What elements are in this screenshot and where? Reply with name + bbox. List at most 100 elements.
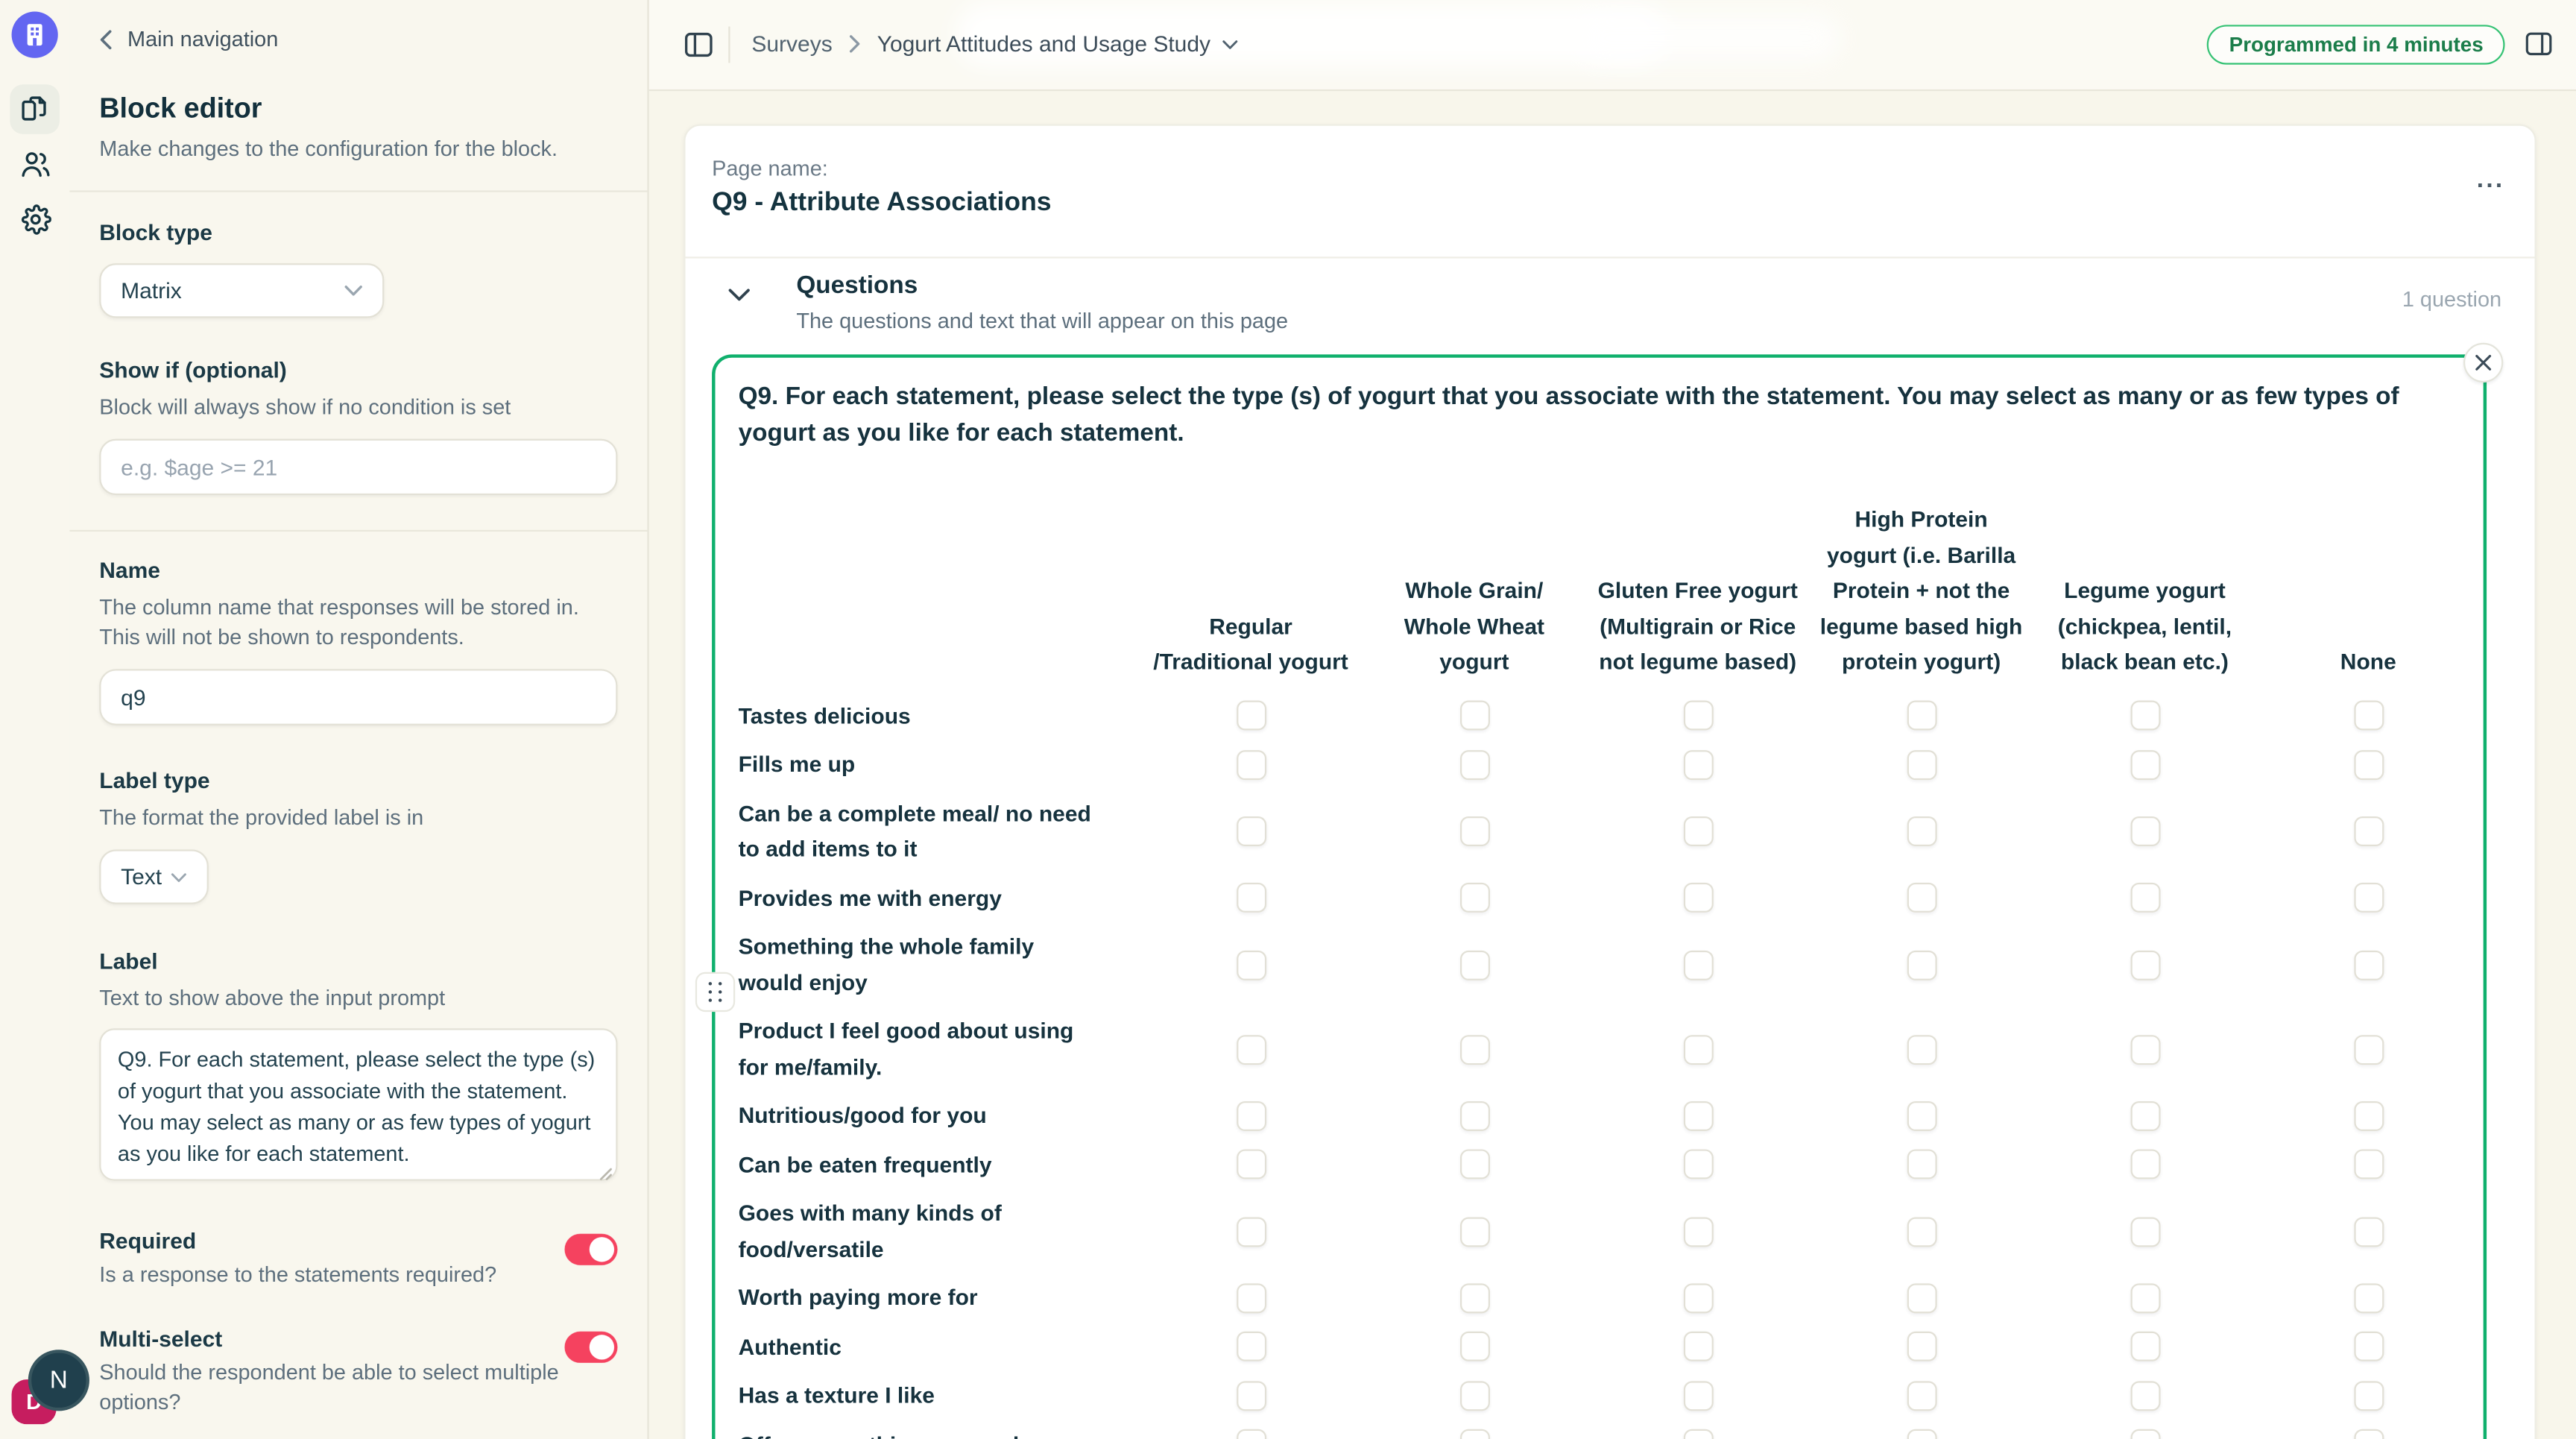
matrix-checkbox[interactable] xyxy=(1236,1283,1266,1313)
matrix-checkbox[interactable] xyxy=(1907,1216,1936,1246)
matrix-checkbox[interactable] xyxy=(1907,1100,1936,1130)
matrix-checkbox[interactable] xyxy=(1236,1100,1266,1130)
matrix-checkbox[interactable] xyxy=(1236,950,1266,980)
show-if-input[interactable] xyxy=(99,439,617,496)
matrix-checkbox[interactable] xyxy=(1459,1100,1489,1130)
matrix-checkbox[interactable] xyxy=(1236,816,1266,846)
matrix-checkbox[interactable] xyxy=(1907,1150,1936,1180)
block-type-select[interactable]: Matrix xyxy=(99,263,384,318)
label-textarea[interactable]: Q9. For each statement, please select th… xyxy=(99,1028,617,1180)
matrix-checkbox[interactable] xyxy=(2353,1283,2383,1313)
matrix-checkbox[interactable] xyxy=(1683,883,1713,913)
matrix-checkbox[interactable] xyxy=(2353,816,2383,846)
matrix-checkbox[interactable] xyxy=(1459,1332,1489,1361)
matrix-checkbox[interactable] xyxy=(2353,1381,2383,1411)
matrix-checkbox[interactable] xyxy=(1683,950,1713,980)
matrix-checkbox[interactable] xyxy=(1459,1150,1489,1180)
matrix-checkbox[interactable] xyxy=(1907,950,1936,980)
matrix-checkbox[interactable] xyxy=(1459,1216,1489,1246)
collapse-questions-button[interactable] xyxy=(728,288,750,301)
matrix-checkbox[interactable] xyxy=(2353,1034,2383,1064)
matrix-checkbox[interactable] xyxy=(2353,750,2383,780)
matrix-checkbox[interactable] xyxy=(1683,1216,1713,1246)
back-to-main-navigation[interactable]: Main navigation xyxy=(99,27,617,51)
matrix-checkbox[interactable] xyxy=(1683,1283,1713,1313)
sidebar-item-settings[interactable] xyxy=(10,194,60,244)
matrix-checkbox[interactable] xyxy=(2353,1100,2383,1130)
matrix-checkbox[interactable] xyxy=(2130,1283,2159,1313)
breadcrumb-current[interactable]: Yogurt Attitudes and Usage Study xyxy=(877,31,1239,56)
matrix-checkbox[interactable] xyxy=(1907,750,1936,780)
matrix-checkbox[interactable] xyxy=(2130,1429,2159,1439)
matrix-checkbox[interactable] xyxy=(2130,1216,2159,1246)
matrix-checkbox[interactable] xyxy=(1459,950,1489,980)
matrix-checkbox[interactable] xyxy=(1236,1034,1266,1064)
matrix-checkbox[interactable] xyxy=(2130,1381,2159,1411)
matrix-checkbox[interactable] xyxy=(1683,1332,1713,1361)
matrix-checkbox[interactable] xyxy=(1459,883,1489,913)
matrix-checkbox[interactable] xyxy=(1683,701,1713,731)
matrix-checkbox[interactable] xyxy=(2130,750,2159,780)
matrix-checkbox[interactable] xyxy=(2353,1332,2383,1361)
matrix-checkbox[interactable] xyxy=(1236,750,1266,780)
matrix-checkbox[interactable] xyxy=(1683,816,1713,846)
matrix-checkbox[interactable] xyxy=(1907,1381,1936,1411)
multi-select-toggle[interactable] xyxy=(564,1332,617,1363)
matrix-checkbox[interactable] xyxy=(1459,816,1489,846)
page-menu-button[interactable]: ... xyxy=(2477,166,2505,194)
matrix-checkbox[interactable] xyxy=(2353,701,2383,731)
breadcrumb-surveys[interactable]: Surveys xyxy=(751,31,832,56)
remove-question-button[interactable] xyxy=(2463,343,2503,382)
matrix-checkbox[interactable] xyxy=(1236,1150,1266,1180)
matrix-checkbox[interactable] xyxy=(1683,1034,1713,1064)
matrix-checkbox[interactable] xyxy=(2353,1429,2383,1439)
panel-right-toggle[interactable] xyxy=(2525,30,2553,58)
matrix-checkbox[interactable] xyxy=(1236,883,1266,913)
matrix-checkbox[interactable] xyxy=(1459,701,1489,731)
matrix-checkbox[interactable] xyxy=(1236,1381,1266,1411)
name-input[interactable] xyxy=(99,669,617,725)
matrix-checkbox[interactable] xyxy=(2353,950,2383,980)
matrix-checkbox[interactable] xyxy=(1683,1100,1713,1130)
avatar[interactable]: N xyxy=(28,1350,89,1411)
matrix-checkbox[interactable] xyxy=(2130,701,2159,731)
matrix-checkbox[interactable] xyxy=(2130,883,2159,913)
matrix-checkbox[interactable] xyxy=(1683,1150,1713,1180)
matrix-checkbox[interactable] xyxy=(1683,750,1713,780)
matrix-checkbox[interactable] xyxy=(1907,1034,1936,1064)
matrix-checkbox[interactable] xyxy=(1236,1429,1266,1439)
matrix-checkbox[interactable] xyxy=(1459,1429,1489,1439)
matrix-checkbox[interactable] xyxy=(2130,950,2159,980)
matrix-checkbox[interactable] xyxy=(2353,1150,2383,1180)
matrix-checkbox[interactable] xyxy=(1907,1429,1936,1439)
required-toggle[interactable] xyxy=(564,1234,617,1265)
matrix-checkbox[interactable] xyxy=(2130,1100,2159,1130)
matrix-checkbox[interactable] xyxy=(1236,1216,1266,1246)
panel-left-toggle[interactable] xyxy=(684,30,713,60)
matrix-checkbox[interactable] xyxy=(1459,1034,1489,1064)
matrix-checkbox[interactable] xyxy=(1236,701,1266,731)
label-type-select[interactable]: Text xyxy=(99,849,209,904)
matrix-checkbox[interactable] xyxy=(1907,701,1936,731)
matrix-checkbox[interactable] xyxy=(1459,1283,1489,1313)
workspace-logo[interactable] xyxy=(12,12,58,58)
matrix-checkbox[interactable] xyxy=(2130,1034,2159,1064)
matrix-checkbox[interactable] xyxy=(1683,1381,1713,1411)
matrix-cell xyxy=(2256,1429,2480,1439)
matrix-checkbox[interactable] xyxy=(1907,1283,1936,1313)
matrix-checkbox[interactable] xyxy=(1907,1332,1936,1361)
matrix-checkbox[interactable] xyxy=(2130,1332,2159,1361)
matrix-checkbox[interactable] xyxy=(2353,883,2383,913)
sidebar-item-pages[interactable] xyxy=(10,84,60,134)
matrix-checkbox[interactable] xyxy=(1907,816,1936,846)
matrix-checkbox[interactable] xyxy=(1236,1332,1266,1361)
sidebar-item-people[interactable] xyxy=(10,139,60,189)
matrix-checkbox[interactable] xyxy=(2130,1150,2159,1180)
matrix-checkbox[interactable] xyxy=(2353,1216,2383,1246)
matrix-checkbox[interactable] xyxy=(1683,1429,1713,1439)
matrix-checkbox[interactable] xyxy=(1907,883,1936,913)
matrix-checkbox[interactable] xyxy=(1459,1381,1489,1411)
drag-handle[interactable] xyxy=(695,972,735,1012)
matrix-checkbox[interactable] xyxy=(1459,750,1489,780)
matrix-checkbox[interactable] xyxy=(2130,816,2159,846)
